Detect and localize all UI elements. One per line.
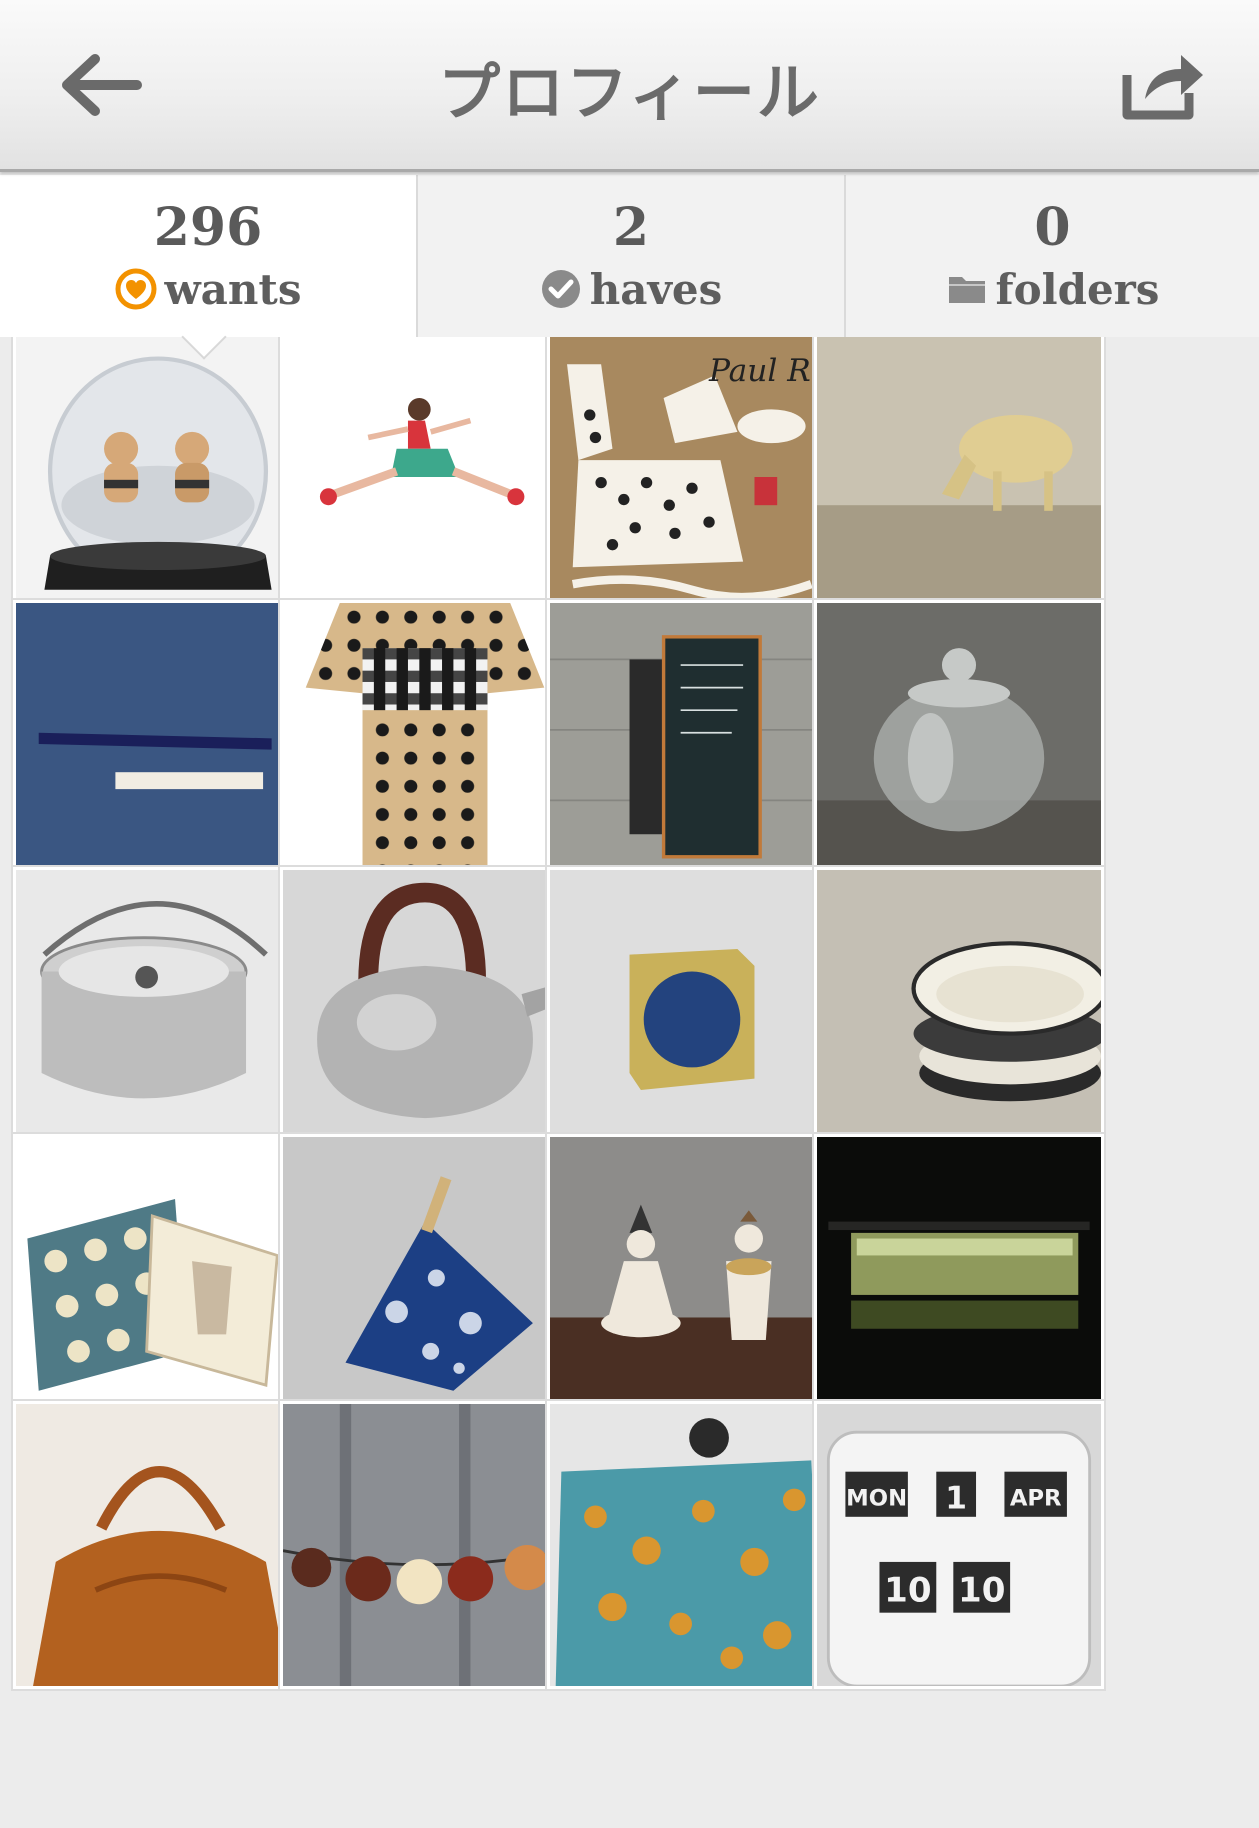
share-button[interactable] — [1117, 45, 1207, 125]
polka-dot-kimono-image — [283, 603, 567, 885]
grid-item-glass-jar[interactable] — [812, 598, 1106, 890]
heart-circle-icon — [115, 268, 157, 310]
tab-haves[interactable]: 2 haves — [418, 175, 846, 337]
leather-bag-image — [16, 1404, 300, 1686]
window-view-image — [817, 1137, 1101, 1419]
grid-item-jumping-girl[interactable] — [278, 336, 572, 623]
clock-month: APR — [1010, 1486, 1062, 1512]
wants-grid: Paul Rand — [0, 336, 1259, 1828]
grid-item-paul-rand[interactable]: Paul Rand — [545, 336, 839, 623]
haves-count: 2 — [612, 197, 650, 258]
grid-item-gift-box[interactable] — [11, 1132, 305, 1424]
blanket-image — [550, 1404, 834, 1686]
sheep-image — [817, 336, 1101, 618]
kettle-image — [283, 870, 567, 1152]
check-circle-icon — [540, 268, 582, 310]
navigation-bar: プロフィール — [0, 0, 1259, 172]
clock-date: 1 — [945, 1480, 967, 1516]
flip-clock-image: MON 1 APR 10 10 — [817, 1404, 1101, 1686]
clay-figures-image — [550, 1137, 834, 1419]
grid-item-window-view[interactable] — [812, 1132, 1106, 1424]
grid-item-blanket[interactable] — [545, 1399, 839, 1691]
haves-label: haves — [589, 264, 723, 314]
grid-item-snow-globe[interactable] — [11, 336, 305, 623]
grid-item-notebooks[interactable] — [545, 598, 839, 890]
grid-item-sheep[interactable] — [812, 336, 1106, 623]
grid-item-aluminum-pot[interactable] — [11, 865, 305, 1157]
grid-item-plates[interactable] — [812, 865, 1106, 1157]
folder-icon — [946, 268, 988, 310]
tab-folders[interactable]: 0 folders — [846, 175, 1259, 337]
grid-item-string-lights[interactable] — [278, 1399, 572, 1691]
wants-label: wants — [164, 264, 302, 314]
paul-rand-image: Paul Rand — [550, 336, 834, 618]
blue-cube-image — [550, 870, 834, 1152]
glass-jar-image — [817, 603, 1101, 885]
tab-wants[interactable]: 296 wants — [0, 175, 418, 360]
aluminum-pot-image — [16, 870, 300, 1152]
clock-hour: 10 — [884, 1571, 931, 1611]
blue-pen-image — [16, 603, 300, 885]
grid-item-pen[interactable] — [11, 598, 305, 890]
grid-item-blue-cube[interactable] — [545, 865, 839, 1157]
pillow-image — [283, 1137, 567, 1419]
folders-count: 0 — [1034, 197, 1071, 258]
grid-item-flip-clock[interactable]: MON 1 APR 10 10 — [812, 1399, 1106, 1691]
folders-label: folders — [995, 264, 1160, 314]
snow-globe-image — [16, 336, 300, 618]
gift-box-image — [16, 1137, 300, 1419]
grid-item-pillow[interactable] — [278, 1132, 572, 1424]
grid-item-clay-figures[interactable] — [545, 1132, 839, 1424]
grid-item-kettle[interactable] — [278, 865, 572, 1157]
string-lights-image — [283, 1404, 567, 1686]
profile-stats-tabs: 296 wants 2 haves 0 folders — [0, 175, 1259, 360]
page-title: プロフィール — [438, 56, 821, 129]
clock-day: MON — [846, 1486, 907, 1512]
grid-item-leather-bag[interactable] — [11, 1399, 305, 1691]
notebooks-pencils-image — [550, 603, 834, 885]
clock-minute: 10 — [958, 1571, 1005, 1611]
wants-count: 296 — [153, 197, 263, 258]
share-icon — [1122, 55, 1203, 120]
jumping-girl-image — [283, 336, 567, 618]
ceramic-plates-image — [817, 870, 1101, 1152]
grid-item-kimono[interactable] — [278, 598, 572, 890]
